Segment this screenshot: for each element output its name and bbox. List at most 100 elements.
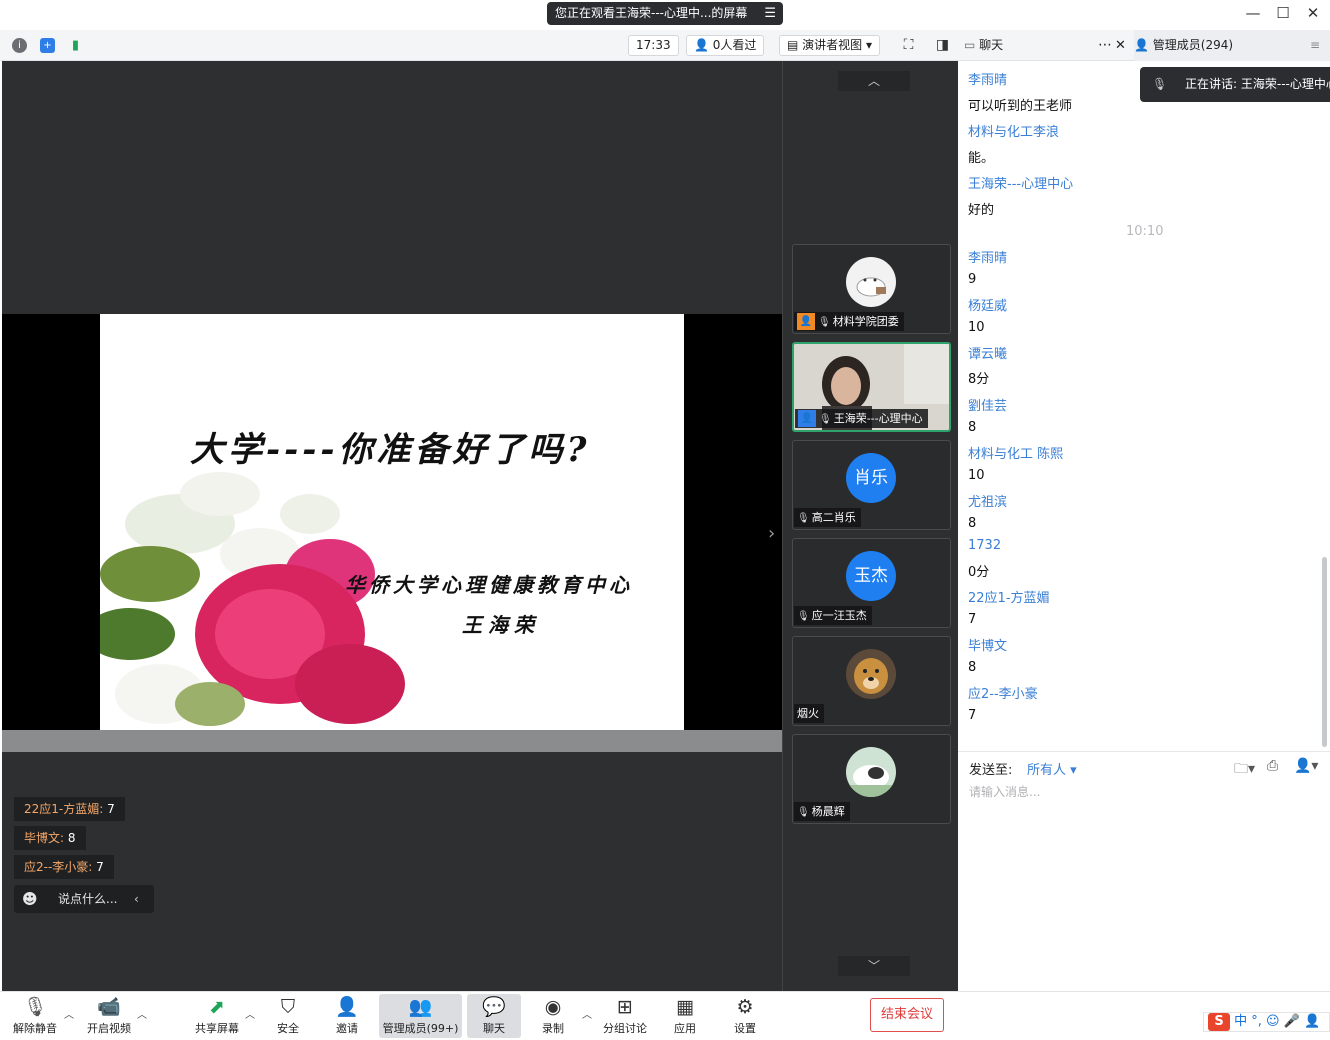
chat-message-text: 7: [968, 612, 977, 627]
participant-name-tag: 🎙 高二肖乐: [794, 508, 861, 527]
chat-sender[interactable]: 尤祖滨: [968, 491, 1007, 510]
send-to-dropdown[interactable]: 所有人 ▾: [1027, 759, 1077, 778]
chevron-up-icon[interactable]: ︿: [245, 1006, 255, 1021]
close-chat-icon[interactable]: ✕: [1115, 30, 1126, 61]
ime-toolbar[interactable]: S 中 °, ☺ 🎤 👤: [1203, 1012, 1330, 1032]
danmu-placeholder: 说点什么...: [58, 892, 118, 906]
breakout-icon: ⊞: [617, 996, 633, 1018]
chevron-up-icon[interactable]: ︿: [137, 1006, 147, 1021]
participant-tile[interactable]: 👤 🎙 材料学院团委: [792, 244, 951, 334]
chat-sender[interactable]: 应2--李小豪: [968, 683, 1038, 702]
slide-title: 大学----你准备好了吗?: [190, 430, 591, 470]
chat-sender[interactable]: 材料与化工李浪: [968, 121, 1059, 140]
apps-button[interactable]: ▦ 应用: [667, 994, 703, 1036]
participant-tile[interactable]: 🎙 杨晨辉: [792, 734, 951, 824]
meeting-top-toolbar: i + ▮ 17:33 👤 0人看过 ▤ 演讲者视图 ▾ ⛶ ◨: [0, 30, 958, 61]
shared-screen-stage: 大学----你准备好了吗? 华侨大学心理健康教育中心 王海荣 22应1-方蓝媚:…: [2, 61, 782, 991]
tab-chat[interactable]: ▭ 聊天: [964, 30, 1003, 61]
close-button[interactable]: ✕: [1300, 4, 1326, 22]
folder-icon[interactable]: 🗀▾: [1234, 758, 1255, 782]
scroll-down-button[interactable]: ﹀: [838, 956, 910, 976]
shield-icon: ⛉: [280, 996, 296, 1018]
breakout-button[interactable]: ⊞ 分组讨论: [600, 994, 650, 1036]
menu-icon[interactable]: ≡: [1310, 30, 1320, 61]
screenshot-icon[interactable]: ⎙: [1267, 758, 1278, 774]
chat-sender[interactable]: 李雨晴: [968, 69, 1007, 88]
chat-message-text: 8: [968, 516, 977, 531]
security-button[interactable]: ⛉ 安全: [270, 994, 306, 1036]
collapse-icon[interactable]: ‹: [134, 885, 139, 913]
meeting-controls-bar: 🎙 解除静音 ︿ 📹 开启视频 ︿ ⬈ 共享屏幕 ︿ ⛉ 安全 👤 邀请 👥 管理成员(99…: [0, 991, 1330, 1040]
chat-message-text: 7: [968, 708, 977, 723]
chat-sender[interactable]: 劉佳芸: [968, 395, 1007, 414]
chevron-right-icon[interactable]: ›: [768, 523, 775, 544]
screen-share-banner[interactable]: 您正在观看王海荣---心理中...的屏幕 ☰: [547, 2, 783, 25]
chat-sender[interactable]: 材料与化工 陈熙: [968, 443, 1063, 462]
chevron-up-icon[interactable]: ︿: [582, 1006, 592, 1021]
stage-divider: [2, 730, 782, 752]
chevron-up-icon[interactable]: ︿: [64, 1006, 74, 1021]
chat-message-text: 好的: [968, 203, 995, 218]
menu-icon[interactable]: ☰: [764, 2, 776, 25]
chat-message-text: 8: [968, 420, 977, 435]
fullscreen-icon[interactable]: ⛶: [900, 37, 917, 54]
share-screen-icon: ⬈: [209, 996, 225, 1018]
chat-input[interactable]: 请输入消息...: [969, 783, 1040, 800]
chat-sender[interactable]: 毕博文: [968, 635, 1007, 654]
emoji-icon[interactable]: ☻: [22, 885, 38, 913]
chat-label: 聊天: [483, 1022, 505, 1035]
slide-organization: 华侨大学心理健康教育中心: [345, 573, 633, 597]
more-options-icon[interactable]: ⋯: [1098, 30, 1112, 61]
signal-icon[interactable]: ▮: [68, 38, 83, 53]
slide-author: 王海荣: [462, 613, 540, 637]
end-meeting-button[interactable]: 结束会议: [870, 998, 944, 1032]
layout-icon: ▤: [787, 38, 803, 52]
chat-button[interactable]: 💬 聊天: [467, 994, 521, 1038]
scroll-up-button[interactable]: ︿: [838, 71, 910, 91]
chat-sender[interactable]: 李雨晴: [968, 247, 1007, 266]
tab-members[interactable]: 👤 管理成员(294) ≡: [1134, 30, 1330, 61]
share-screen-button[interactable]: ⬈ 共享屏幕: [190, 994, 244, 1036]
avatar: [846, 747, 896, 797]
participant-gallery: ︿ 👤 🎙 材料学院团委 👤 🎙 王海荣---心理中心 肖乐 🎙 高二肖乐 玉杰 🎙: [782, 61, 958, 991]
chat-message-text: 9: [968, 272, 977, 287]
danmu-message: 毕博文: 8: [14, 826, 86, 850]
chat-scrollbar[interactable]: [1322, 557, 1327, 747]
participant-tile[interactable]: 肖乐 🎙 高二肖乐: [792, 440, 951, 530]
user-settings-icon[interactable]: 👤▾: [1294, 758, 1318, 774]
record-icon: ◉: [544, 996, 562, 1018]
chat-sender[interactable]: 22应1-方蓝媚: [968, 587, 1050, 606]
participant-tile[interactable]: 烟火: [792, 636, 951, 726]
danmu-input[interactable]: ☻ 说点什么... ‹: [14, 885, 154, 913]
participant-tile[interactable]: 玉杰 🎙 应一汪玉杰: [792, 538, 951, 628]
chat-compose-area: 发送至: 所有人 ▾ 🗀▾ ⎙ 👤▾ 请输入消息...: [958, 751, 1330, 991]
danmu-text: 8: [64, 831, 76, 845]
view-mode-dropdown[interactable]: ▤ 演讲者视图 ▾: [779, 35, 881, 56]
danmu-sender: 22应1-方蓝媚:: [24, 802, 104, 816]
view-mode-label: 演讲者视图: [802, 38, 863, 52]
participant-name-tag: 烟火: [794, 704, 824, 723]
participant-tile-active-speaker[interactable]: 👤 🎙 王海荣---心理中心: [792, 342, 951, 432]
chat-sender[interactable]: 王海荣---心理中心: [968, 173, 1073, 192]
danmu-sender: 应2--李小豪:: [24, 860, 93, 874]
participant-name: 杨晨辉: [811, 805, 845, 818]
apps-icon: ▦: [676, 996, 694, 1018]
viewers-count: 0人看过: [712, 38, 757, 52]
start-video-button[interactable]: 📹 开启视频: [82, 994, 136, 1036]
chat-timestamp: 10:10: [1126, 224, 1164, 239]
settings-button[interactable]: ⚙ 设置: [727, 994, 763, 1036]
shield-icon[interactable]: +: [40, 38, 55, 53]
info-icon[interactable]: i: [12, 38, 27, 53]
minimize-button[interactable]: —: [1240, 4, 1266, 22]
chat-sender[interactable]: 杨廷威: [968, 295, 1007, 314]
members-button[interactable]: 👥 管理成员(99+): [379, 994, 462, 1038]
chat-sender[interactable]: 1732: [968, 538, 1001, 553]
invite-button[interactable]: 👤 邀请: [329, 994, 365, 1036]
chat-sender[interactable]: 谭云曦: [968, 343, 1007, 362]
viewers-button[interactable]: 👤 0人看过: [686, 35, 765, 56]
record-button[interactable]: ◉ 录制: [535, 994, 571, 1036]
members-label: 管理成员(99+): [382, 1022, 459, 1035]
sidebar-toggle-icon[interactable]: ◨: [934, 37, 951, 54]
maximize-button[interactable]: ☐: [1270, 4, 1296, 22]
unmute-button[interactable]: 🎙 解除静音: [8, 994, 62, 1036]
